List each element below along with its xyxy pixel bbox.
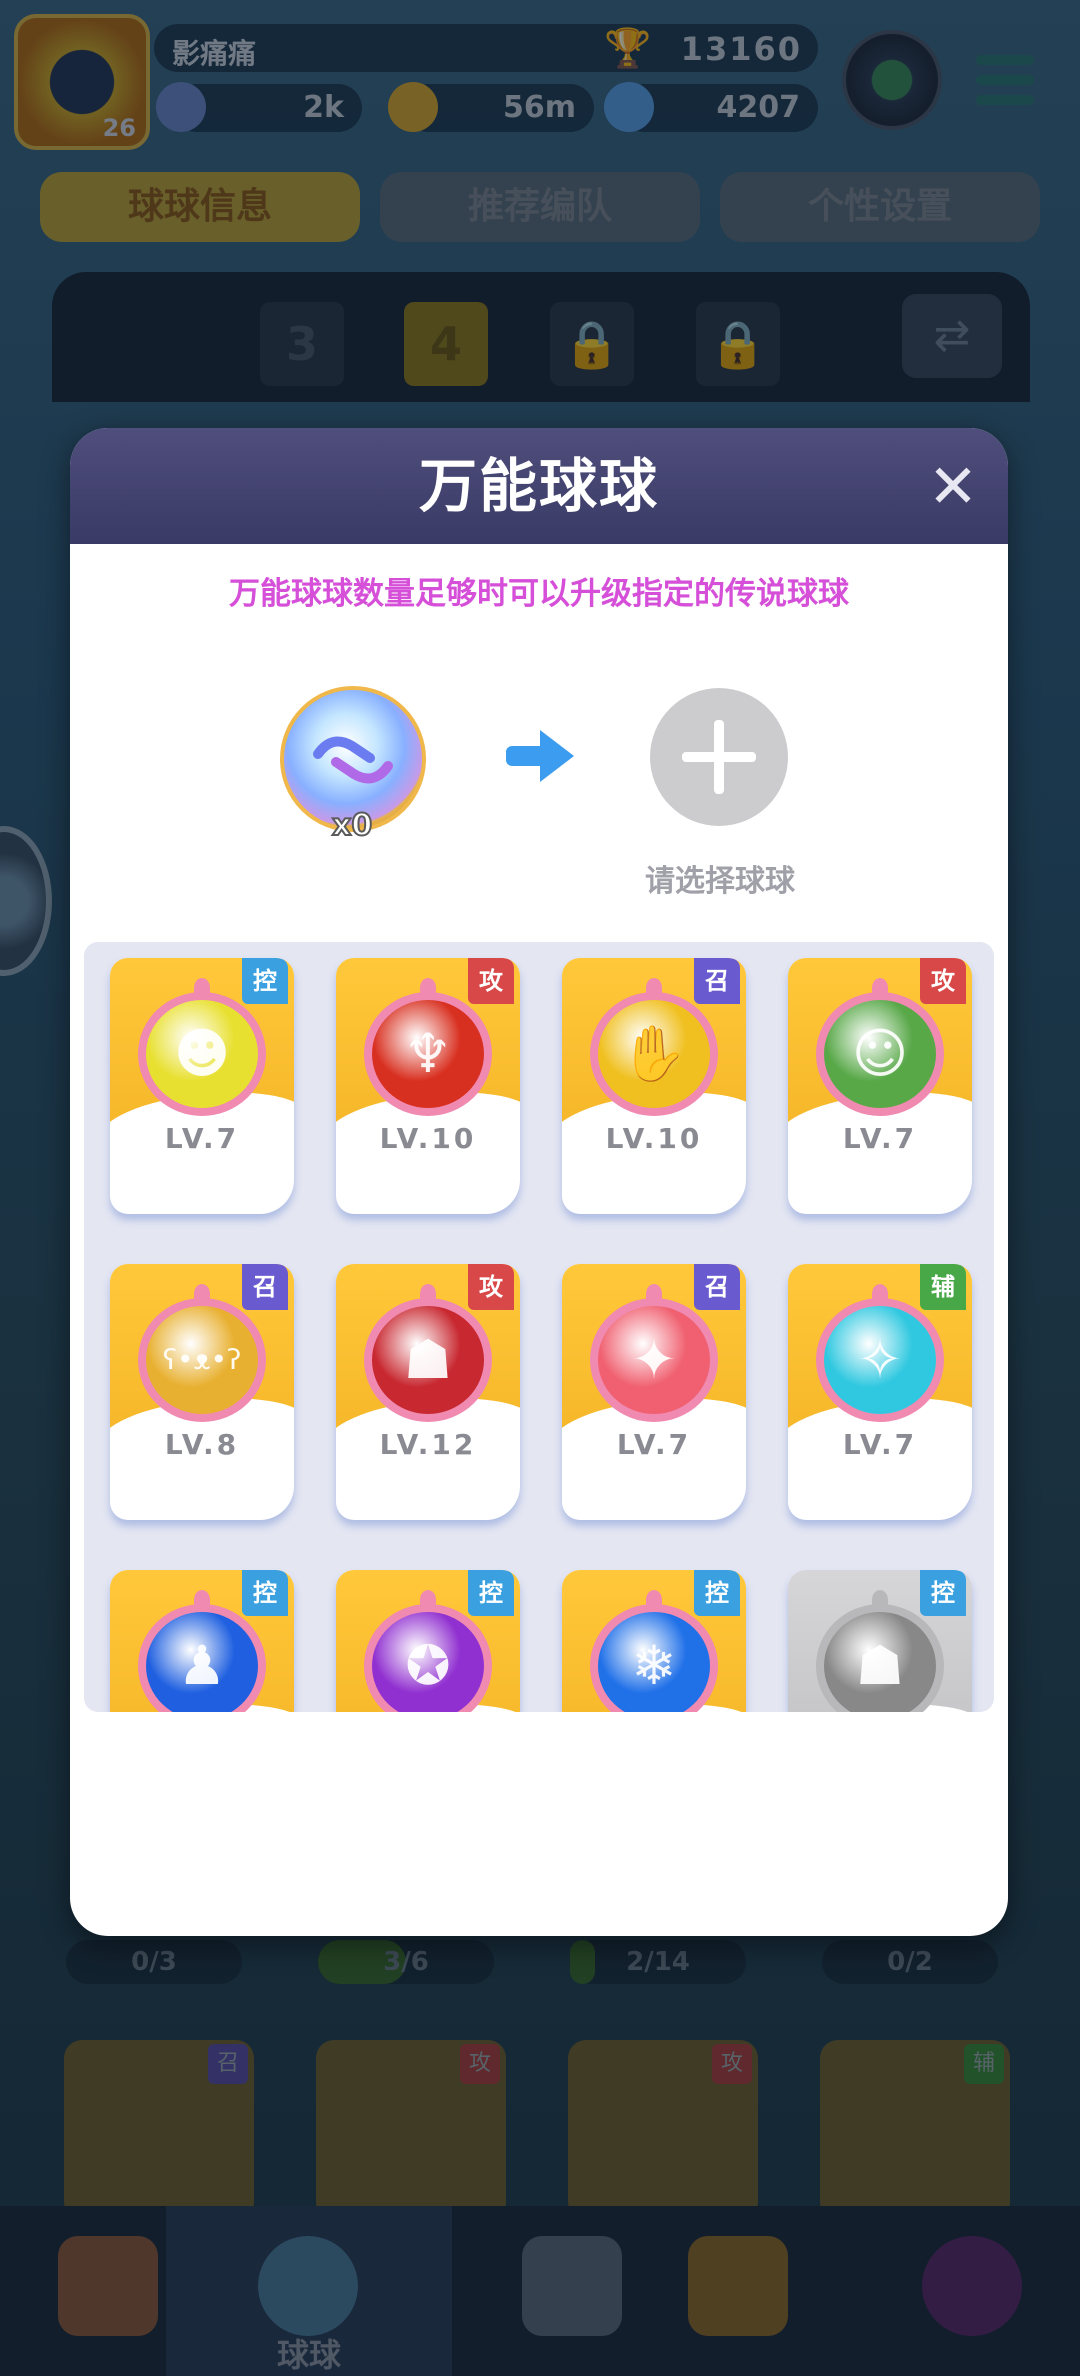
wild-ball-swap-symbol — [313, 736, 393, 784]
close-icon[interactable]: ✕ — [924, 457, 982, 517]
trident-ball-icon: ♆ — [372, 1000, 484, 1108]
yellow-dino-ball-icon: ☻ — [146, 1000, 258, 1108]
ball-level: LV.10 — [379, 1122, 477, 1155]
wild-ball-quantity: x0 — [331, 807, 373, 844]
ball-card[interactable]: ♆ 攻 LV.10 — [336, 958, 520, 1214]
ice-spirit-ball-icon: ✧ — [824, 1306, 936, 1414]
ball-type-tag: 控 — [920, 1570, 966, 1616]
ball-pod: ☗ — [364, 1284, 492, 1422]
ball-pod: ✪ — [364, 1590, 492, 1712]
ball-card[interactable]: ☻ 控 LV.7 — [110, 958, 294, 1214]
ball-level: LV.10 — [605, 1122, 703, 1155]
ball-type-tag: 辅 — [920, 1264, 966, 1310]
ball-level: LV.12 — [379, 1428, 477, 1461]
ball-grid: ☻ 控 LV.7 ♆ 攻 LV.10 ✋ 召 LV.10 ☺ 攻 LV.7 ʕ•ᴥ•ʔ 召 LV.8 ☗ 攻 LV… — [84, 942, 994, 1712]
ball-card[interactable]: ✦ 召 LV.7 — [562, 1264, 746, 1520]
arrow-right-icon — [506, 730, 574, 782]
ball-glyph: ♆ — [403, 1022, 453, 1085]
ball-glyph: ✪ — [405, 1634, 451, 1697]
ball-glyph: ☗ — [855, 1634, 905, 1697]
ball-type-tag: 召 — [694, 958, 740, 1004]
ball-pod: ʕ•ᴥ•ʔ — [138, 1284, 266, 1422]
ball-glyph: ʕ•ᴥ•ʔ — [162, 1343, 242, 1376]
ball-type-tag: 控 — [694, 1570, 740, 1616]
ball-card[interactable]: ✋ 召 LV.10 — [562, 958, 746, 1214]
ball-pod: ☗ — [816, 1590, 944, 1712]
ball-level: LV.8 — [164, 1428, 240, 1461]
wild-ball-dialog: 万能球球 ✕ 万能球球数量足够时可以升级指定的传说球球 x0 请选择球球 ☻ 控 L… — [70, 428, 1008, 1936]
ball-card[interactable]: ☗ 控 — [788, 1570, 972, 1712]
select-ball-label: 请选择球球 — [645, 864, 795, 899]
ball-level: LV.7 — [842, 1122, 918, 1155]
ball-glyph: ☻ — [173, 1022, 231, 1085]
ball-card[interactable]: ❄ 控 — [562, 1570, 746, 1712]
ball-glyph: ❄ — [631, 1634, 677, 1697]
ball-glyph: ✦ — [631, 1328, 677, 1391]
ball-card[interactable]: ♟ 控 — [110, 1570, 294, 1712]
golden-hand-ball-icon: ✋ — [598, 1000, 710, 1108]
ball-pod: ❄ — [590, 1590, 718, 1712]
ball-card[interactable]: ʕ•ᴥ•ʔ 召 LV.8 — [110, 1264, 294, 1520]
ball-card[interactable]: ✧ 辅 LV.7 — [788, 1264, 972, 1520]
ball-type-tag: 召 — [694, 1264, 740, 1310]
ball-level: LV.7 — [164, 1122, 240, 1155]
ball-glyph: ☗ — [403, 1328, 453, 1391]
ball-pod: ☺ — [816, 978, 944, 1116]
ball-card[interactable]: ☗ 攻 LV.12 — [336, 1264, 520, 1520]
fire-spirit-ball-icon: ✦ — [598, 1306, 710, 1414]
ball-type-tag: 攻 — [468, 1264, 514, 1310]
gray-warrior-ball-icon: ☗ — [824, 1612, 936, 1712]
ball-type-tag: 控 — [242, 1570, 288, 1616]
ball-pod: ✧ — [816, 1284, 944, 1422]
ball-pod: ✦ — [590, 1284, 718, 1422]
ball-card[interactable]: ☺ 攻 LV.7 — [788, 958, 972, 1214]
snowflake-ball-icon: ❄ — [598, 1612, 710, 1712]
ball-type-tag: 召 — [242, 1264, 288, 1310]
opera-mask-ball-icon: ☗ — [372, 1306, 484, 1414]
ball-pod: ♟ — [138, 1590, 266, 1712]
ball-type-tag: 攻 — [468, 958, 514, 1004]
ball-pod: ☻ — [138, 978, 266, 1116]
ball-pod: ✋ — [590, 978, 718, 1116]
ball-card[interactable]: ✪ 控 — [336, 1570, 520, 1712]
ball-pod: ♆ — [364, 978, 492, 1116]
ball-glyph: ☺ — [851, 1022, 909, 1085]
purple-rune-ball-icon: ✪ — [372, 1612, 484, 1712]
ball-level: LV.7 — [616, 1428, 692, 1461]
dialog-title: 万能球球 — [418, 452, 659, 520]
select-ball-slot[interactable] — [650, 688, 788, 826]
ultraman-ball-icon: ♟ — [146, 1612, 258, 1712]
bear-ball-icon: ʕ•ᴥ•ʔ — [146, 1306, 258, 1414]
ball-glyph: ✧ — [857, 1328, 903, 1391]
ball-type-tag: 攻 — [920, 958, 966, 1004]
ball-glyph: ♟ — [177, 1634, 227, 1697]
dialog-hint: 万能球球数量足够时可以升级指定的传说球球 — [229, 576, 849, 612]
ball-level: LV.7 — [842, 1428, 918, 1461]
lumberjack-ball-icon: ☺ — [824, 1000, 936, 1108]
ball-type-tag: 控 — [242, 958, 288, 1004]
ball-type-tag: 控 — [468, 1570, 514, 1616]
ball-glyph: ✋ — [620, 1022, 688, 1085]
